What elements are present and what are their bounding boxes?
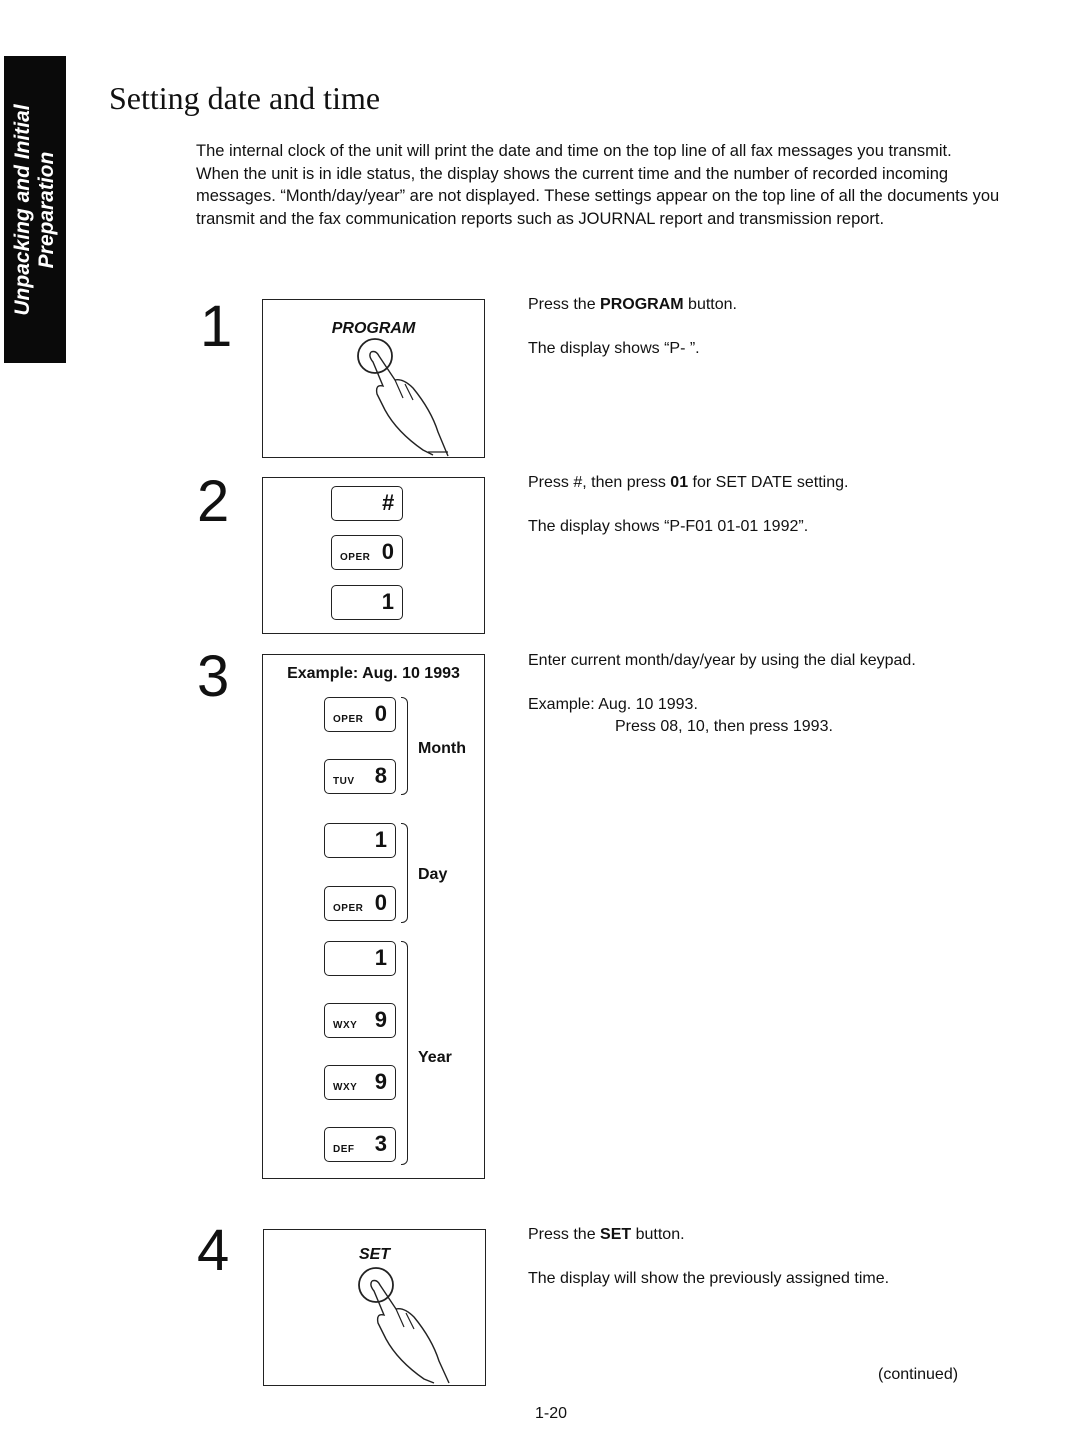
step-1-action: Press the PROGRAM button. xyxy=(528,296,737,313)
step-4-instructions: Press the SET button. The display will s… xyxy=(528,1224,889,1312)
day-label: Day xyxy=(418,866,448,883)
continued-note: (continued) xyxy=(878,1366,959,1383)
year-bracket xyxy=(401,941,408,1165)
step-number: 1 xyxy=(200,294,233,359)
step-3-example: Example: Aug. 10 1993. xyxy=(528,696,698,713)
example-label: Example: Aug. 10 1993 xyxy=(287,665,460,682)
day-bracket xyxy=(401,823,408,923)
intro-paragraph: The internal clock of the unit will prin… xyxy=(196,142,952,160)
step-4-action: Press the SET button. xyxy=(528,1226,685,1243)
section-tab-label: Unpacking and Initial Preparation xyxy=(11,103,58,316)
step-4-figure: SET xyxy=(263,1229,486,1386)
page-title: Setting date and time xyxy=(109,80,381,116)
intro-text: The internal clock of the unit will prin… xyxy=(196,140,1016,230)
step-number: 4 xyxy=(197,1218,230,1283)
step-1-result: The display shows “P- ”. xyxy=(528,340,700,357)
step-2-figure: # OPER 0 1 xyxy=(262,477,485,634)
intro-paragraph: When the unit is in idle status, the dis… xyxy=(196,164,1000,228)
step-number: 2 xyxy=(197,469,230,534)
step-4-result: The display will show the previously ass… xyxy=(528,1270,890,1287)
step-2-action: Press #, then press 01 for SET DATE sett… xyxy=(528,474,849,491)
step-number: 3 xyxy=(197,644,230,709)
finger-press-icon xyxy=(358,1267,450,1384)
section-tab: Unpacking and Initial Preparation xyxy=(4,56,66,363)
step-2-result: The display shows “P-F01 01-01 1992”. xyxy=(528,518,809,535)
keypad-key-1: 1 xyxy=(324,941,396,976)
keypad-key-0: OPER 0 xyxy=(324,697,396,732)
step-1-instructions: Press the PROGRAM button. The display sh… xyxy=(528,294,737,382)
keypad-key-0: OPER 0 xyxy=(331,535,403,570)
keypad-key-0: OPER 0 xyxy=(324,886,396,921)
month-bracket xyxy=(401,697,408,795)
finger-press-icon xyxy=(357,338,449,457)
step-3-instructions: Enter current month/day/year by using th… xyxy=(528,650,916,738)
step-3-action: Enter current month/day/year by using th… xyxy=(528,652,916,669)
month-label: Month xyxy=(418,740,466,757)
keypad-key-hash: # xyxy=(331,486,403,521)
year-label: Year xyxy=(418,1049,452,1066)
page-number: 1-20 xyxy=(535,1405,568,1422)
step-3-figure: Example: Aug. 10 1993 OPER 0 TUV 8 Month 1… xyxy=(262,654,485,1179)
keypad-key-1: 1 xyxy=(331,585,403,620)
keypad-key-1: 1 xyxy=(324,823,396,858)
keypad-key-9: WXY 9 xyxy=(324,1065,396,1100)
keypad-key-8: TUV 8 xyxy=(324,759,396,794)
keypad-key-3: DEF 3 xyxy=(324,1127,396,1162)
step-2-instructions: Press #, then press 01 for SET DATE sett… xyxy=(528,472,848,560)
step-1-figure: PROGRAM xyxy=(262,299,485,458)
step-3-example-detail: Press 08, 10, then press 1993. xyxy=(615,718,833,735)
keypad-key-9: WXY 9 xyxy=(324,1003,396,1038)
